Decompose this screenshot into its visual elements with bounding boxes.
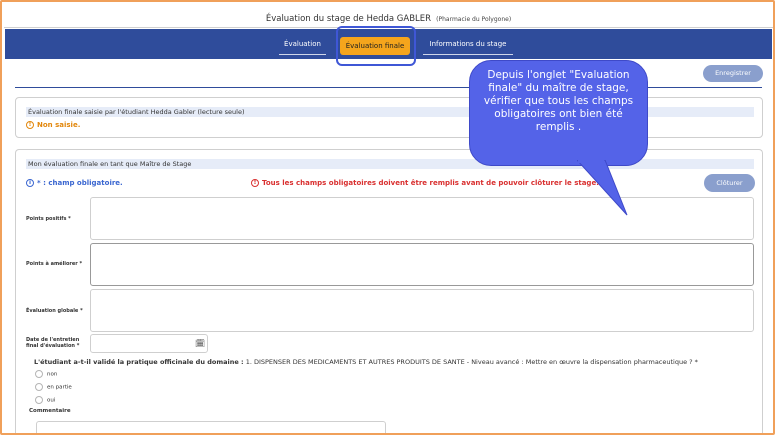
global-evaluation-label: Évaluation globale * <box>26 308 83 314</box>
radio-circle-icon[interactable] <box>35 370 43 378</box>
improve-points-label: Points à améliorer * <box>26 261 83 267</box>
tab-informations-stage[interactable]: Informations du stage <box>423 37 513 55</box>
radio-option-en-partie[interactable]: en partie <box>35 383 72 393</box>
radio-option-non[interactable]: non <box>35 370 57 380</box>
mentor-section-heading: Mon évaluation finale en tant que Maître… <box>26 159 754 169</box>
global-evaluation-input[interactable] <box>90 289 754 332</box>
page-subtitle: (Pharmacie du Polygone) <box>436 16 512 23</box>
warning-icon: ! <box>251 179 259 187</box>
improve-points-input[interactable] <box>90 243 754 286</box>
page-header: Évaluation du stage de Hedda GABLER (Pha… <box>4 4 773 28</box>
comment-label: Commentaire <box>29 408 71 414</box>
interview-date-input[interactable]: 🗓 <box>90 334 208 353</box>
close-warning: ! Tous les champs obligatoires doivent êt… <box>251 179 599 187</box>
radio-circle-icon[interactable] <box>35 383 43 391</box>
radio-circle-icon[interactable] <box>35 396 43 404</box>
student-evaluation-card: Évaluation finale saisie par l'étudiant … <box>15 97 763 138</box>
required-note: i * : champ obligatoire. <box>26 179 123 187</box>
close-internship-button[interactable]: Clôturer <box>704 174 755 192</box>
tooltip-callout: Depuis l'onglet "Evaluation finale" du m… <box>469 60 648 166</box>
save-button[interactable]: Enregistrer <box>703 65 763 82</box>
positive-points-label: Points positifs * <box>26 216 71 222</box>
positive-points-input[interactable] <box>90 197 754 240</box>
calendar-icon[interactable]: 🗓 <box>195 339 205 348</box>
page-title: Évaluation du stage de Hedda GABLER <box>265 14 432 24</box>
info-icon: ! <box>26 121 34 129</box>
mentor-evaluation-card: Mon évaluation finale en tant que Maître… <box>15 149 763 433</box>
info-icon: i <box>26 179 34 187</box>
domain-question: L'étudiant a-t-il validé la pratique off… <box>34 358 698 366</box>
tab-highlight-frame <box>336 26 416 66</box>
comment-input[interactable] <box>36 421 386 433</box>
app-window: Évaluation du stage de Hedda GABLER (Pha… <box>0 0 775 435</box>
tab-evaluation[interactable]: Évaluation <box>279 37 326 55</box>
tooltip-tail <box>577 160 628 216</box>
interview-date-label: Date de l'entretien final d'évaluation * <box>26 337 80 349</box>
radio-option-oui[interactable]: oui <box>35 396 55 406</box>
header-divider <box>15 87 762 88</box>
student-status: ! Non saisie. <box>26 121 80 129</box>
